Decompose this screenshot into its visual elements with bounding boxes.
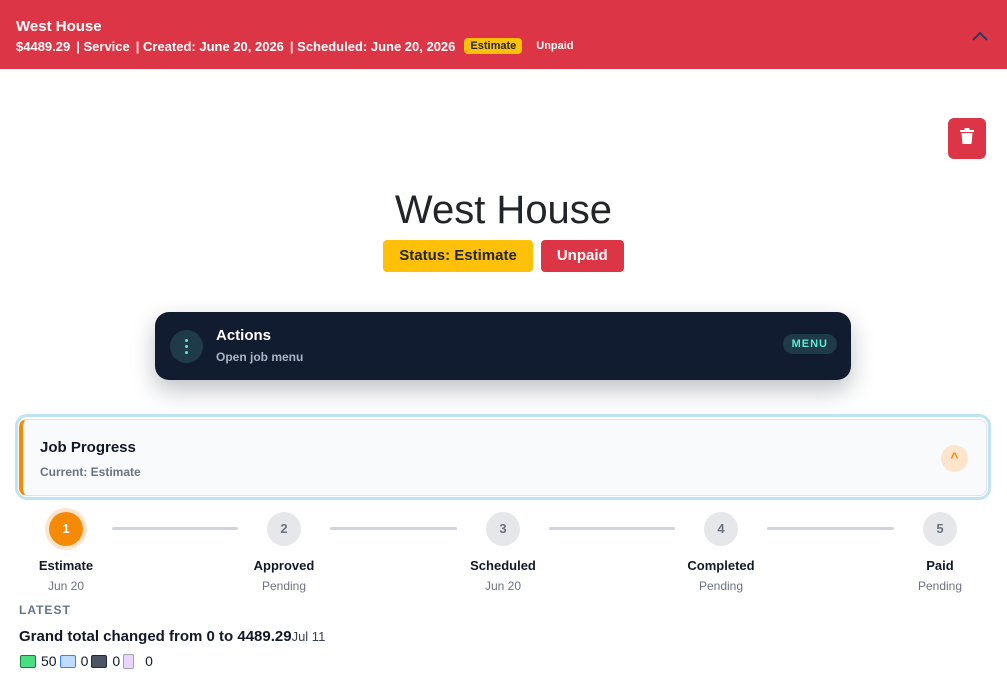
step-label: Estimate [38, 558, 94, 573]
header-payment-badge: Unpaid [536, 40, 574, 52]
step-date: Jun 20 [484, 579, 522, 593]
comment-icon [59, 654, 76, 668]
menu-pill: MENU [782, 334, 837, 354]
payment-badge: Unpaid [540, 240, 624, 272]
job-progress-toggle[interactable]: Job Progress Current: Estimate ^ [19, 419, 987, 496]
document-icon [123, 653, 135, 669]
step-number: 1 [49, 512, 83, 546]
step-date: Pending [698, 579, 744, 593]
step-date: Jun 20 [47, 579, 85, 593]
header-status-badge: Estimate [464, 38, 523, 54]
progress-step-completed: 4 Completed Pending [671, 512, 771, 593]
kebab-menu-icon [170, 330, 203, 363]
cash-icon [20, 654, 36, 668]
job-header-bar[interactable]: West House $4489.29 | Service | Created:… [0, 0, 1007, 69]
progress-step-scheduled: 3 Scheduled Jun 20 [453, 512, 553, 593]
trash-icon [960, 128, 974, 149]
status-badges: Status: Estimate Unpaid [0, 240, 1007, 272]
actions-title: Actions [216, 327, 272, 344]
actions-menu-button[interactable]: Actions Open job menu MENU [155, 312, 851, 380]
step-connector [112, 527, 238, 530]
document-count: 0 [145, 653, 153, 669]
step-number: 4 [704, 512, 738, 546]
progress-step-paid: 5 Paid Pending [890, 512, 990, 593]
comment-count: 0 [80, 653, 89, 669]
status-badge: Status: Estimate [383, 240, 533, 272]
latest-heading: LATEST [19, 603, 71, 617]
step-number: 5 [923, 512, 957, 546]
progress-step-approved: 2 Approved Pending [234, 512, 334, 593]
latest-activity-text: Grand total changed from 0 to 4489.29 [19, 628, 292, 645]
latest-activity-date: Jul 11 [291, 629, 326, 644]
step-number: 2 [267, 512, 301, 546]
step-label: Approved [253, 558, 315, 573]
cash-count: 50 [41, 653, 57, 669]
header-meta: $4489.29 | Service | Created: June 20, 2… [16, 38, 991, 54]
photo-count: 0 [112, 653, 121, 669]
collapse-caret-icon[interactable]: ^ [941, 445, 968, 472]
step-connector [767, 527, 894, 530]
progress-step-estimate: 1 Estimate Jun 20 [16, 512, 116, 593]
header-scheduled-date: | Scheduled: June 20, 2026 [289, 38, 456, 54]
step-number: 3 [486, 512, 520, 546]
header-created-date: | Created: June 20, 2026 [135, 38, 284, 54]
latest-activity: Grand total changed from 0 to 4489.29Jul… [19, 628, 325, 645]
activity-counts: 50 0 0 0 [20, 653, 156, 669]
step-date: Pending [917, 579, 963, 593]
job-progress-current: Current: Estimate [40, 465, 141, 479]
page-title: West House [394, 188, 613, 232]
header-job-type: | Service [76, 38, 130, 54]
delete-job-button[interactable] [948, 118, 986, 159]
header-price: $4489.29 [16, 38, 71, 54]
step-date: Pending [261, 579, 307, 593]
header-job-title: West House [16, 18, 102, 35]
actions-subtitle: Open job menu [216, 350, 304, 364]
camera-icon [91, 654, 108, 668]
step-connector [330, 527, 457, 530]
step-connector [549, 527, 675, 530]
step-label: Paid [926, 558, 954, 573]
chevron-up-icon[interactable] [969, 25, 991, 47]
step-label: Scheduled [470, 558, 536, 573]
job-progress-title: Job Progress [40, 439, 136, 456]
step-label: Completed [687, 558, 755, 573]
